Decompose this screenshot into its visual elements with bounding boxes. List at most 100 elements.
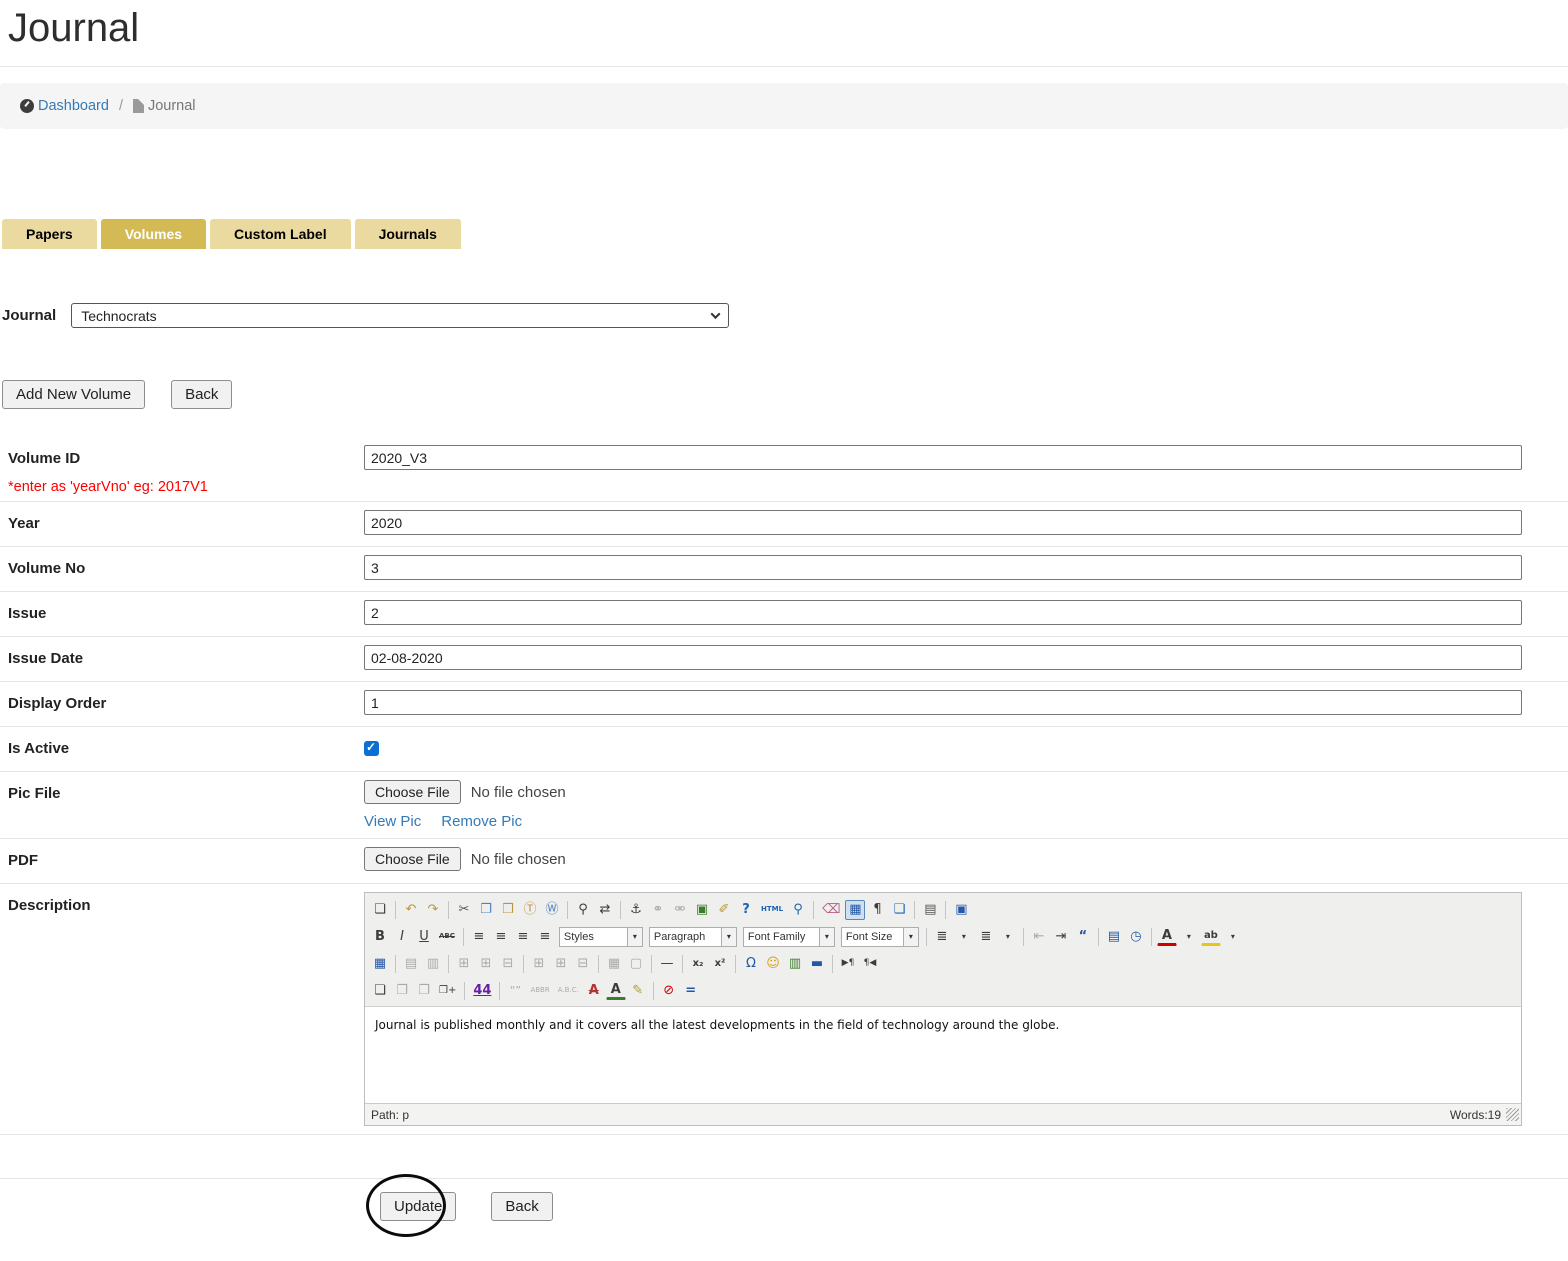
numbered-list-menu-arrow[interactable]: ▾ <box>998 927 1018 947</box>
issue-input[interactable] <box>364 600 1522 625</box>
volume-id-input[interactable] <box>364 445 1522 470</box>
subscript-icon[interactable]: x₂ <box>688 954 708 974</box>
italic-button[interactable]: I <box>392 927 412 947</box>
remove-pic-link[interactable]: Remove Pic <box>441 813 522 830</box>
tab-custom-label[interactable]: Custom Label <box>210 219 351 249</box>
form-row-year: Year <box>0 502 1568 547</box>
anchor-icon[interactable]: ⚓ <box>626 900 646 920</box>
bullet-list-menu-arrow[interactable]: ▾ <box>954 927 974 947</box>
rich-text-editor: ❏↶↷✂❐❒ⓉⓌ⚲⇄⚓⚭⚮▣✐?HTML⚲⌫▦¶❏▤▣BIUABC≡≡≡≡Sty… <box>364 892 1522 1126</box>
align-center-button[interactable]: ≡ <box>491 927 511 947</box>
breadcrumb-dashboard-link[interactable]: Dashboard <box>20 98 109 114</box>
blockquote-button[interactable]: “ <box>1073 927 1093 947</box>
superscript-icon[interactable]: x² <box>710 954 730 974</box>
highlight-color-button[interactable]: ab <box>1201 928 1221 946</box>
new-document-icon[interactable]: ❏ <box>370 900 390 920</box>
pdf-status: No file chosen <box>471 851 566 868</box>
fullscreen-icon[interactable]: ▣ <box>951 900 971 920</box>
find-icon[interactable]: ⚲ <box>573 900 593 920</box>
journal-select[interactable]: Technocrats <box>71 303 729 328</box>
text-color-menu-arrow[interactable]: ▾ <box>1179 927 1199 947</box>
display-order-input[interactable] <box>364 690 1522 715</box>
align-justify-button[interactable]: ≡ <box>535 927 555 947</box>
indent-button[interactable]: ⇥ <box>1051 927 1071 947</box>
show-blocks-icon[interactable]: ¶ <box>867 900 887 920</box>
inserted-text-icon[interactable]: A <box>606 982 626 1000</box>
media-icon[interactable]: ▥ <box>785 954 805 974</box>
toolbar-separator <box>448 901 449 919</box>
tab-volumes[interactable]: Volumes <box>101 219 206 249</box>
find-replace-icon[interactable]: ⇄ <box>595 900 615 920</box>
editor-toolbar: ❏↶↷✂❐❒ⓉⓌ⚲⇄⚓⚭⚮▣✐?HTML⚲⌫▦¶❏▤▣BIUABC≡≡≡≡Sty… <box>365 893 1521 1006</box>
horizontal-rule-icon[interactable]: — <box>657 954 677 974</box>
is-active-checkbox[interactable] <box>364 741 379 756</box>
align-left-button[interactable]: ≡ <box>469 927 489 947</box>
year-input[interactable] <box>364 510 1522 535</box>
bullet-list-button[interactable]: ≣ <box>932 927 952 947</box>
rtl-direction-icon[interactable]: ¶◀ <box>860 954 880 974</box>
insert-time-icon[interactable]: ◷ <box>1126 927 1146 947</box>
add-new-volume-button[interactable]: Add New Volume <box>2 380 145 409</box>
insert-layer-icon[interactable]: ❒+ <box>436 981 459 1001</box>
pdf-choose-button[interactable]: Choose File <box>364 847 461 871</box>
volume-no-input[interactable] <box>364 555 1522 580</box>
preview-icon[interactable]: ⚲ <box>788 900 808 920</box>
issue-date-input[interactable] <box>364 645 1522 670</box>
special-character-icon[interactable]: Ω <box>741 954 761 974</box>
copy-icon[interactable]: ❐ <box>476 900 496 920</box>
back-button-top[interactable]: Back <box>171 380 232 409</box>
redo-icon[interactable]: ↷ <box>423 900 443 920</box>
text-color-button[interactable]: A <box>1157 928 1177 946</box>
font-size-select[interactable]: Font Size▾ <box>841 927 919 947</box>
undo-icon[interactable]: ↶ <box>401 900 421 920</box>
print-icon[interactable]: ▤ <box>920 900 940 920</box>
deleted-text-icon[interactable]: A <box>584 981 604 1001</box>
insert-table-icon[interactable]: ▦ <box>370 954 390 974</box>
underline-button[interactable]: U <box>414 927 434 947</box>
image-icon[interactable]: ▣ <box>692 900 712 920</box>
ltr-direction-icon[interactable]: ▶¶ <box>838 954 858 974</box>
strikethrough-button[interactable]: ABC <box>436 927 458 947</box>
attributes-icon[interactable]: ✎ <box>628 981 648 1001</box>
font-family-select[interactable]: Font Family▾ <box>743 927 835 947</box>
back-button-bottom[interactable]: Back <box>491 1192 552 1221</box>
toolbar-separator <box>651 955 652 973</box>
align-right-button[interactable]: ≡ <box>513 927 533 947</box>
paste-from-word-icon[interactable]: Ⓦ <box>542 900 562 920</box>
toolbar-separator <box>463 928 464 946</box>
absolute-position-icon[interactable]: ❏ <box>370 981 390 1001</box>
font-family-select-value: Font Family <box>744 931 819 943</box>
help-icon[interactable]: ? <box>736 900 756 920</box>
page-break-icon[interactable]: = <box>681 981 701 1001</box>
update-button[interactable]: Update <box>380 1192 456 1221</box>
insert-date-icon[interactable]: ▤ <box>1104 927 1124 947</box>
style-props-icon[interactable]: 44 <box>470 981 494 1001</box>
preview-page-icon[interactable]: ❏ <box>889 900 909 920</box>
cut-icon[interactable]: ✂ <box>454 900 474 920</box>
bold-button[interactable]: B <box>370 927 390 947</box>
resize-grip-icon[interactable] <box>1506 1108 1519 1121</box>
insert-row-after-icon: ⊞ <box>476 954 496 974</box>
journal-admin-page: Journal Dashboard / Journal Papers Volum… <box>0 6 1568 1261</box>
emoticons-icon[interactable]: ☺ <box>763 954 783 974</box>
paragraph-select[interactable]: Paragraph▾ <box>649 927 737 947</box>
editor-content[interactable]: Journal is published monthly and it cove… <box>365 1006 1521 1103</box>
styles-select[interactable]: Styles▾ <box>559 927 643 947</box>
tab-journals[interactable]: Journals <box>355 219 461 249</box>
toolbar-separator <box>567 901 568 919</box>
editor-statusbar: Path: p Words:19 <box>365 1103 1521 1125</box>
cleanup-icon[interactable]: ✐ <box>714 900 734 920</box>
form-row-issue: Issue <box>0 592 1568 637</box>
pic-file-choose-button[interactable]: Choose File <box>364 780 461 804</box>
html-source-icon[interactable]: HTML <box>758 900 786 920</box>
no-embed-icon[interactable]: ⊘ <box>659 981 679 1001</box>
remove-format-icon[interactable]: ⌫ <box>819 900 843 920</box>
paste-icon[interactable]: ❒ <box>498 900 518 920</box>
paste-as-text-icon[interactable]: Ⓣ <box>520 900 540 920</box>
numbered-list-button[interactable]: ≣ <box>976 927 996 947</box>
tab-papers[interactable]: Papers <box>2 219 97 249</box>
visual-aid-icon[interactable]: ▦ <box>845 900 865 920</box>
highlight-color-menu-arrow[interactable]: ▾ <box>1223 927 1243 947</box>
view-pic-link[interactable]: View Pic <box>364 813 421 830</box>
advanced-hr-icon[interactable]: ▬ <box>807 954 827 974</box>
